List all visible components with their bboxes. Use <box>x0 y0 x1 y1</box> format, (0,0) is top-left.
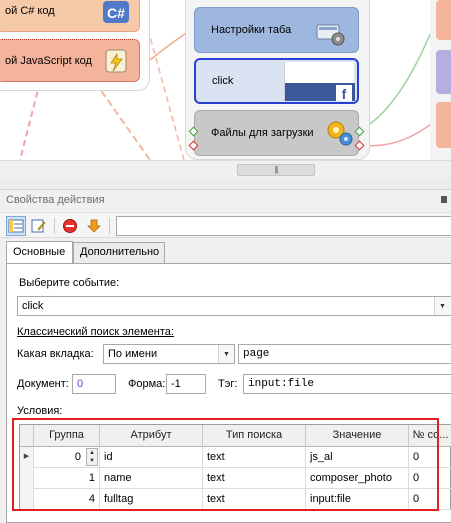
row-selector[interactable] <box>20 489 34 510</box>
document-label: Документ: <box>17 378 69 390</box>
svg-text:C#: C# <box>107 5 125 21</box>
cell-number[interactable]: 0 <box>409 447 451 468</box>
document-input[interactable]: 0 <box>72 374 116 394</box>
tab-settings-icon <box>316 24 345 46</box>
group-stepper[interactable]: ▲ ▼ <box>86 448 98 466</box>
node-tab-settings[interactable]: Настройки таба <box>194 7 359 53</box>
facebook-thumbnail: f <box>284 62 355 102</box>
chevron-down-icon[interactable]: ▼ <box>434 297 450 315</box>
panel-splitter[interactable] <box>0 178 451 190</box>
cell-value[interactable]: composer_photo <box>306 468 409 489</box>
node-csharp-code[interactable]: ой C# код C# <box>0 0 140 32</box>
stop-circle-icon <box>63 219 77 233</box>
arrow-down-icon <box>87 219 101 233</box>
stepper-down-icon[interactable]: ▼ <box>87 457 97 465</box>
row-header-corner <box>20 425 34 447</box>
facebook-icon: f <box>336 85 352 102</box>
cell-attribute[interactable]: fulltag <box>100 489 203 510</box>
conditions-grid[interactable]: Группа Атрибут Тип поиска Значение № со.… <box>19 424 451 510</box>
cell-search-type[interactable]: text <box>203 447 306 468</box>
edit-document-icon <box>31 219 46 233</box>
tab-mode-select[interactable]: По имени ▼ <box>103 344 235 364</box>
cell-attribute[interactable]: name <box>100 468 203 489</box>
cell-value[interactable]: js_al <box>306 447 409 468</box>
column-header-number[interactable]: № со... <box>409 425 451 447</box>
column-header-search-type[interactable]: Тип поиска <box>203 425 306 447</box>
node-label: click <box>212 75 234 87</box>
event-select[interactable]: click ▼ <box>17 296 451 316</box>
node-right-2[interactable] <box>436 50 451 94</box>
node-right-1[interactable] <box>436 0 451 40</box>
column-header-group[interactable]: Группа <box>34 425 100 447</box>
properties-view-button[interactable] <box>6 216 26 236</box>
tab-name-input[interactable]: page <box>238 344 451 364</box>
table-row[interactable]: 4 fulltag text input:file 0 <box>20 489 451 510</box>
toolbar-search-input[interactable] <box>116 216 451 236</box>
cell-group[interactable]: 4 <box>34 489 100 510</box>
node-label: Файлы для загрузки <box>211 127 314 139</box>
pin-icon[interactable] <box>441 196 447 203</box>
tag-label: Тэг: <box>218 378 238 390</box>
tab-main[interactable]: Основные <box>6 241 73 263</box>
node-javascript-code[interactable]: ой JavaScript код <box>0 39 140 82</box>
node-click[interactable]: click f <box>194 58 359 104</box>
cell-group[interactable]: 1 <box>34 468 100 489</box>
table-row[interactable]: 1 name text composer_photo 0 <box>20 468 451 489</box>
node-label: Настройки таба <box>211 24 292 36</box>
cell-value[interactable]: input:file <box>306 489 409 510</box>
tab-additional[interactable]: Дополнительно <box>73 242 165 263</box>
cell-number[interactable]: 0 <box>409 468 451 489</box>
row-pointer-icon: ▶ <box>20 447 34 468</box>
cell-attribute[interactable]: id <box>100 447 203 468</box>
stepper-up-icon[interactable]: ▲ <box>87 449 97 457</box>
table-row[interactable]: ▶ 0 ▲ ▼ id text js_al 0 <box>20 447 451 468</box>
cell-search-type[interactable]: text <box>203 468 306 489</box>
action-canvas[interactable]: ой C# код C# ой JavaScript код Настройки… <box>0 0 451 178</box>
form-label: Форма: <box>128 378 166 390</box>
stop-button[interactable] <box>60 216 80 236</box>
tab-choice-label: Какая вкладка: <box>17 348 94 360</box>
panel-header: Свойства действия <box>0 190 451 210</box>
canvas-horizontal-scrollbar[interactable]: ||| <box>0 160 451 178</box>
form-index-input[interactable]: -1 <box>166 374 206 394</box>
node-right-3[interactable] <box>436 102 451 148</box>
event-label: Выберите событие: <box>19 277 120 289</box>
chevron-down-icon[interactable]: ▼ <box>218 345 234 363</box>
row-selector[interactable] <box>20 468 34 489</box>
conditions-label: Условия: <box>17 405 63 417</box>
toolbar-separator <box>109 218 110 234</box>
document-value: 0 <box>77 378 84 390</box>
column-header-attribute[interactable]: Атрибут <box>100 425 203 447</box>
csharp-icon: C# <box>103 1 129 23</box>
node-upload-files[interactable]: Файлы для загрузки <box>194 110 359 156</box>
edit-view-button[interactable] <box>28 216 48 236</box>
cell-search-type[interactable]: text <box>203 489 306 510</box>
column-header-value[interactable]: Значение <box>306 425 409 447</box>
gears-icon <box>327 121 353 146</box>
properties-grid-icon <box>8 219 24 233</box>
event-select-value: click <box>22 300 44 312</box>
node-label: ой C# код <box>5 5 55 17</box>
cell-number[interactable]: 0 <box>409 489 451 510</box>
form-index-value: -1 <box>171 378 181 390</box>
grid-header: Группа Атрибут Тип поиска Значение № со.… <box>20 425 451 447</box>
move-down-button[interactable] <box>84 216 104 236</box>
classic-search-label: Классический поиск элемента: <box>17 326 174 338</box>
script-scroll-icon <box>105 49 127 73</box>
tag-input[interactable]: input:file <box>243 374 451 394</box>
tab-mode-value: По имени <box>108 348 158 360</box>
scrollbar-thumb[interactable]: ||| <box>237 164 315 176</box>
tab-name-value: page <box>243 348 270 360</box>
toolbar-separator <box>54 218 55 234</box>
panel-title: Свойства действия <box>6 194 105 206</box>
node-label: ой JavaScript код <box>5 54 92 67</box>
panel-toolbar <box>0 212 451 238</box>
tag-value: input:file <box>248 378 315 390</box>
